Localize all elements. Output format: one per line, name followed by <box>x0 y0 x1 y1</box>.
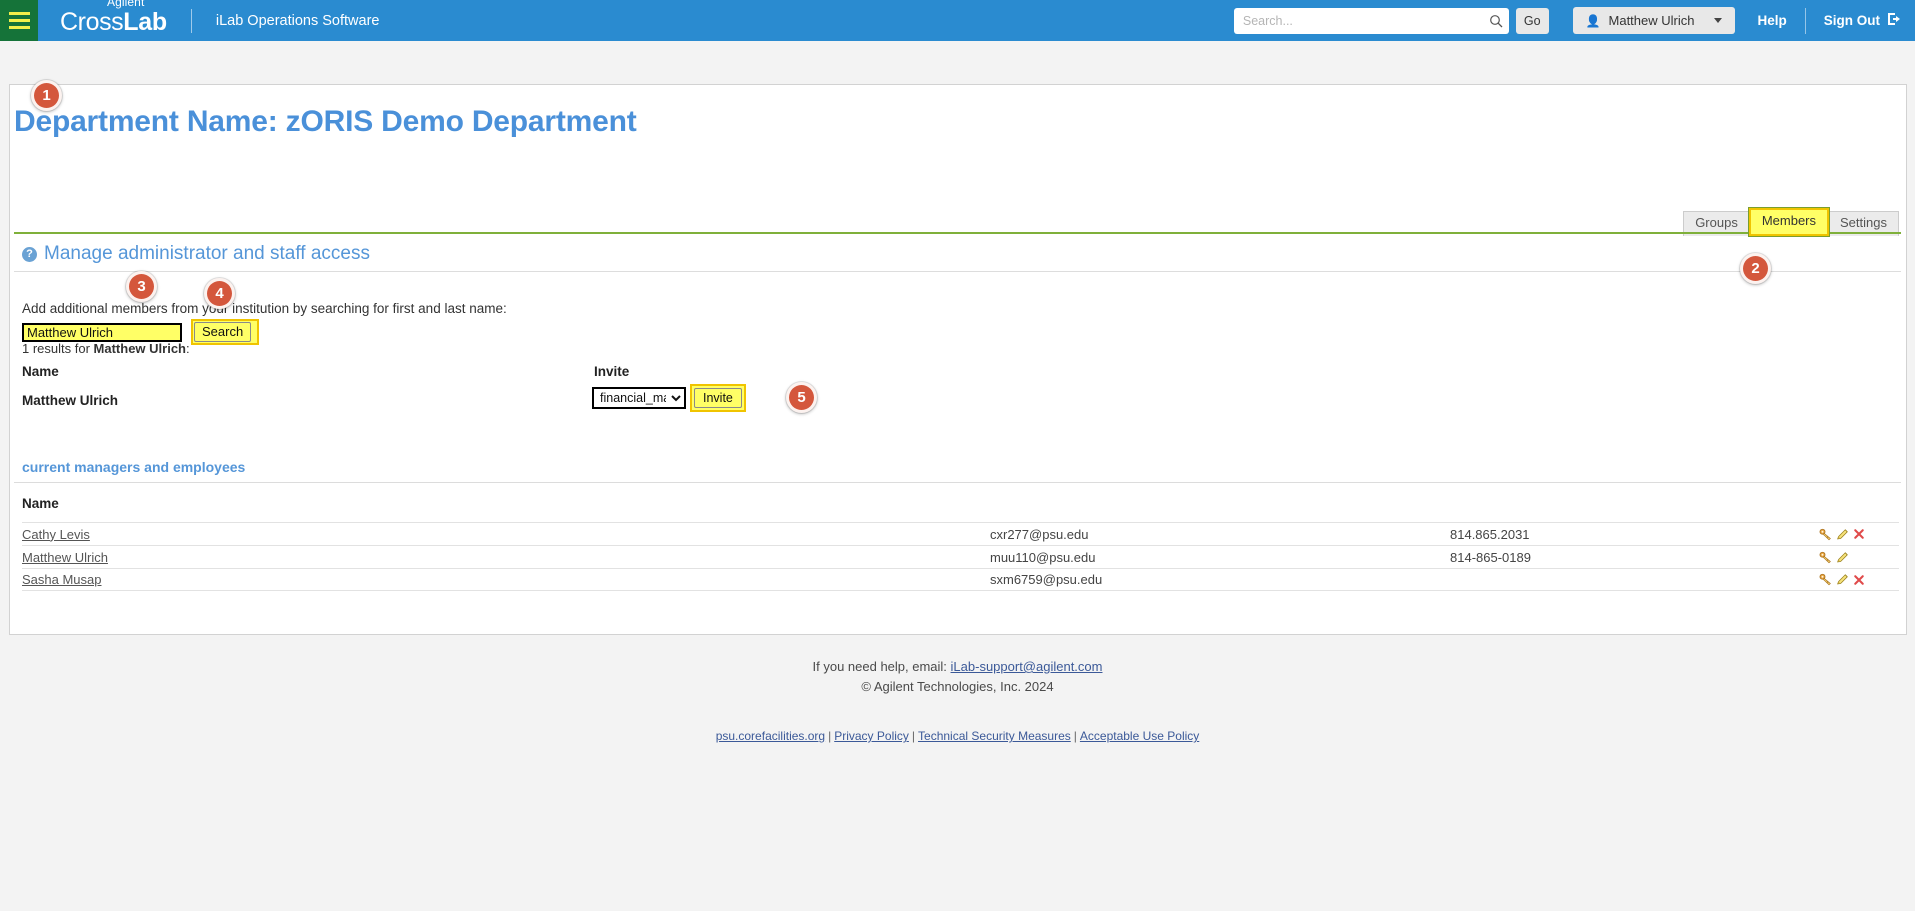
footer-link-privacy-policy[interactable]: Privacy Policy <box>834 729 909 743</box>
table-row: Cathy Levis cxr277@psu.edu 814.865.2031 <box>22 522 1899 545</box>
page-body: Department Name: zORIS Demo Department G… <box>0 41 1915 911</box>
top-bar-right-group: Go 👤 Matthew Ulrich Help Sign Out <box>1233 0 1915 41</box>
table-row: Matthew Ulrich muu110@psu.edu 814-865-01… <box>22 545 1899 568</box>
search-go-button[interactable]: Go <box>1515 7 1549 34</box>
results-prefix: 1 results for <box>22 341 94 356</box>
step-badge-3: 3 <box>126 271 157 302</box>
user-key-icon[interactable] <box>1819 573 1832 586</box>
step-badge-5: 5 <box>786 382 817 413</box>
delete-x-icon[interactable] <box>1853 574 1865 586</box>
result-row-name: Matthew Ulrich <box>22 393 119 408</box>
search-icon[interactable] <box>1489 14 1503 28</box>
member-actions-cell <box>1819 528 1899 541</box>
top-navigation-bar: Agilent CrossLab iLab Operations Softwar… <box>0 0 1915 41</box>
chevron-down-icon <box>1714 18 1723 23</box>
invite-button-highlight: Invite <box>690 384 746 412</box>
member-search-input[interactable] <box>22 322 182 342</box>
footer-link-separator: | <box>1073 729 1077 744</box>
footer-links: psu.corefacilities.org | Privacy Policy | Te… <box>0 727 1915 746</box>
results-header-name: Name <box>22 364 59 379</box>
results-header-invite: Invite <box>594 364 630 379</box>
member-name-cell: Sasha Musap <box>22 572 990 587</box>
step-badge-1: 1 <box>31 80 62 111</box>
sign-out-icon <box>1887 12 1901 29</box>
edit-pencil-icon[interactable] <box>1836 573 1849 586</box>
brand-logo[interactable]: Agilent CrossLab <box>60 0 167 41</box>
hamburger-bar <box>8 26 30 29</box>
invite-controls: financial_manager Invite <box>592 384 746 412</box>
sign-out-link[interactable]: Sign Out <box>1824 12 1901 29</box>
member-search-button-highlight: Search <box>191 319 260 345</box>
brand-lab-text: Lab <box>123 7 167 36</box>
member-name-link[interactable]: Sasha Musap <box>22 572 102 587</box>
member-phone-cell: 814-865-0189 <box>1450 549 1531 565</box>
brand-agilent-text: Agilent <box>107 0 145 9</box>
topbar-divider <box>1804 7 1806 34</box>
footer-link-separator: | <box>911 729 916 744</box>
table-row: Sasha Musap sxm6759@psu.edu <box>22 568 1899 591</box>
footer-copyright: © Agilent Technologies, Inc. 2024 <box>861 679 1054 695</box>
invite-button[interactable]: Invite <box>694 388 742 408</box>
footer-link-acceptable-use[interactable]: Acceptable Use Policy <box>1080 729 1199 743</box>
sign-out-label: Sign Out <box>1823 13 1880 28</box>
hamburger-bar <box>8 19 30 22</box>
member-name-cell: Matthew Ulrich <box>22 550 990 565</box>
question-mark-icon[interactable]: ? <box>22 246 37 262</box>
member-actions-cell <box>1819 551 1899 564</box>
brand-subtitle: iLab Operations Software <box>215 12 380 29</box>
member-email-cell: muu110@psu.edu <box>990 549 1096 565</box>
person-icon: 👤 <box>1585 13 1601 28</box>
section-title: Manage administrator and staff access <box>44 243 370 264</box>
member-phone-cell: 814.865.2031 <box>1450 526 1530 542</box>
tab-members[interactable]: Members <box>1747 207 1831 237</box>
invite-role-select[interactable]: financial_manager <box>592 387 686 409</box>
member-actions-cell <box>1819 573 1899 586</box>
edit-pencil-icon[interactable] <box>1836 528 1849 541</box>
step-badge-2: 2 <box>1740 253 1771 284</box>
footer-help-prefix: If you need help, email: <box>812 659 951 674</box>
footer-link-technical-security[interactable]: Technical Security Measures <box>918 729 1071 743</box>
current-members-table: Name Cathy Levis cxr277@psu.edu 814.865.… <box>22 496 1899 591</box>
member-email-cell: sxm6759@psu.edu <box>990 572 1103 587</box>
search-results-count: 1 results for Matthew Ulrich: <box>22 341 190 356</box>
page-footer: If you need help, email: iLab-support@ag… <box>0 657 1915 746</box>
global-search-input[interactable] <box>1233 7 1509 34</box>
delete-x-icon[interactable] <box>1853 528 1865 540</box>
user-key-icon[interactable] <box>1819 528 1832 541</box>
results-query: Matthew Ulrich <box>93 341 186 356</box>
member-search-button[interactable]: Search <box>194 322 252 342</box>
footer-help-line: If you need help, email: iLab-support@ag… <box>0 657 1915 677</box>
member-email-cell: cxr277@psu.edu <box>990 526 1089 542</box>
brand-divider <box>190 8 192 33</box>
current-members-header-name: Name <box>22 496 59 511</box>
results-suffix: : <box>186 341 190 356</box>
hamburger-menu-icon[interactable] <box>0 0 38 41</box>
section-header: ? Manage administrator and staff access <box>22 243 370 265</box>
current-members-title: current managers and employees <box>22 459 246 475</box>
add-members-instructions: Add additional members from your institu… <box>22 301 507 316</box>
footer-link-separator: | <box>828 729 832 744</box>
section-divider <box>14 271 1901 272</box>
edit-pencil-icon[interactable] <box>1836 551 1849 564</box>
user-account-menu[interactable]: 👤 Matthew Ulrich <box>1572 7 1736 34</box>
step-badge-4: 4 <box>204 278 235 309</box>
brand-cross-text: Cross <box>60 7 124 36</box>
user-account-name: Matthew Ulrich <box>1608 13 1695 28</box>
user-key-icon[interactable] <box>1819 551 1832 564</box>
current-members-divider <box>14 482 1901 483</box>
tabs-underline <box>14 232 1901 234</box>
support-email-link[interactable]: iLab-support@agilent.com <box>951 659 1103 674</box>
hamburger-bar <box>8 12 30 15</box>
member-name-link[interactable]: Cathy Levis <box>22 527 90 542</box>
help-link[interactable]: Help <box>1757 13 1786 28</box>
page-title: Department Name: zORIS Demo Department <box>14 105 637 138</box>
global-search-group <box>1233 7 1509 34</box>
member-name-link[interactable]: Matthew Ulrich <box>22 550 108 565</box>
member-name-cell: Cathy Levis <box>22 527 990 542</box>
footer-link-corefacilities[interactable]: psu.corefacilities.org <box>716 729 825 743</box>
